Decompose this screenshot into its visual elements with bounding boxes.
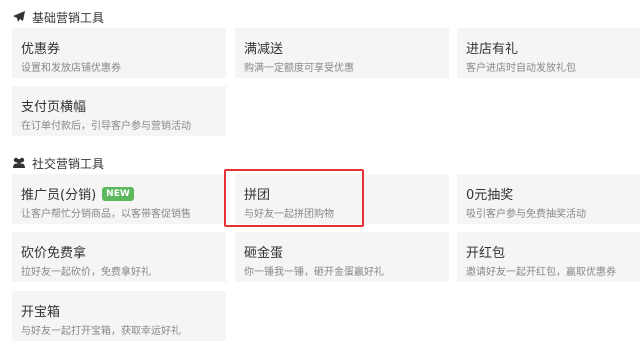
tool-card-free-lottery[interactable]: 0元抽奖 吸引客户参与免费抽奖活动 bbox=[457, 174, 640, 224]
tool-card-full-reduction[interactable]: 满减送 购满一定额度可享受优惠 bbox=[235, 28, 449, 78]
tool-desc: 设置和发放店铺优惠券 bbox=[21, 63, 121, 74]
tool-title: 拼团 bbox=[244, 188, 271, 203]
section-title-social: 社交营销工具 bbox=[12, 155, 104, 171]
section-title-label: 基础营销工具 bbox=[32, 10, 105, 25]
tool-desc: 与好友一起拼团购物 bbox=[244, 209, 334, 220]
tool-desc: 吸引客户参与免费抽奖活动 bbox=[466, 209, 586, 220]
tool-card-treasure-box[interactable]: 开宝箱 与好友一起打开宝箱，获取幸运好礼 bbox=[12, 291, 226, 341]
tool-title: 砍价免费拿 bbox=[21, 246, 87, 261]
tool-card-payment-banner[interactable]: 支付页横幅 在订单付款后，引导客户参与营销活动 bbox=[12, 86, 226, 136]
tool-card-bargain[interactable]: 砍价免费拿 拉好友一起砍价，免费拿好礼 bbox=[12, 232, 226, 282]
tool-title: 0元抽奖 bbox=[466, 188, 514, 203]
section-title-label: 社交营销工具 bbox=[32, 156, 105, 171]
tool-title: 砸金蛋 bbox=[244, 246, 284, 261]
tool-desc: 拉好友一起砍价，免费拿好礼 bbox=[21, 267, 151, 278]
tool-title: 推广员(分销) bbox=[21, 188, 97, 203]
tool-card-red-packet[interactable]: 开红包 邀请好友一起开红包，赢取优惠券 bbox=[457, 232, 640, 282]
tool-desc: 与好友一起打开宝箱，获取幸运好礼 bbox=[21, 326, 181, 337]
new-badge: NEW bbox=[102, 186, 134, 201]
users-icon bbox=[12, 156, 26, 170]
section-title-basic: 基础营销工具 bbox=[12, 9, 104, 25]
tool-title: 支付页横幅 bbox=[21, 100, 87, 115]
tool-title: 开宝箱 bbox=[21, 305, 61, 320]
tool-desc: 你一锤我一锤，砸开金蛋赢好礼 bbox=[244, 267, 384, 278]
tool-desc: 邀请好友一起开红包，赢取优惠券 bbox=[466, 267, 616, 278]
tool-title: 开红包 bbox=[466, 246, 506, 261]
tool-title-row: 推广员(分销) NEW bbox=[21, 184, 134, 203]
tool-desc: 在订单付款后，引导客户参与营销活动 bbox=[21, 121, 191, 132]
tool-card-coupon[interactable]: 优惠券 设置和发放店铺优惠券 bbox=[12, 28, 226, 78]
tool-desc: 客户进店时自动发放礼包 bbox=[466, 63, 576, 74]
tool-card-golden-egg[interactable]: 砸金蛋 你一锤我一锤，砸开金蛋赢好礼 bbox=[235, 232, 449, 282]
tool-card-promoter[interactable]: 推广员(分销) NEW 让客户帮忙分销商品，以客带客促销售 bbox=[12, 174, 226, 224]
tool-title: 满减送 bbox=[244, 42, 284, 57]
tool-desc: 购满一定额度可享受优惠 bbox=[244, 63, 354, 74]
tool-desc: 让客户帮忙分销商品，以客带客促销售 bbox=[21, 209, 191, 220]
tool-card-entry-gift[interactable]: 进店有礼 客户进店时自动发放礼包 bbox=[457, 28, 640, 78]
paper-plane-icon bbox=[12, 10, 26, 24]
tool-title: 进店有礼 bbox=[466, 42, 519, 57]
tool-title: 优惠券 bbox=[21, 42, 61, 57]
tool-card-group-buy[interactable]: 拼团 与好友一起拼团购物 bbox=[235, 174, 449, 224]
